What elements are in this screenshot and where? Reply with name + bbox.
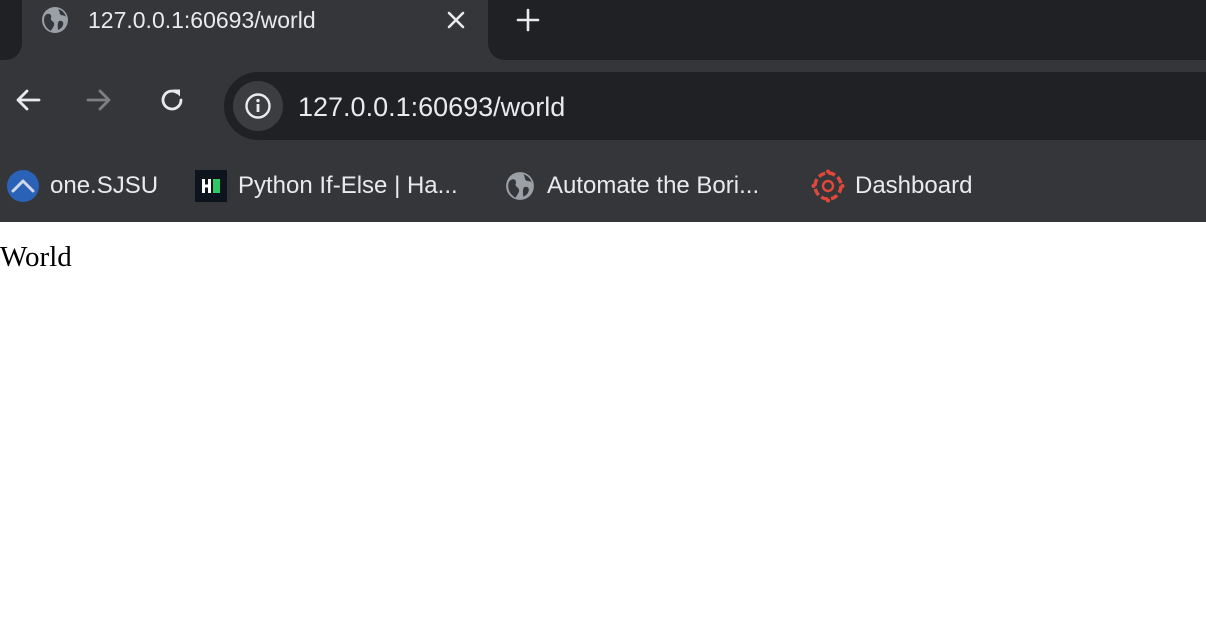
close-icon[interactable] (442, 6, 470, 34)
new-tab-icon[interactable] (512, 6, 544, 34)
toolbar: 127.0.0.1:60693/world (0, 60, 1206, 140)
url-text[interactable]: 127.0.0.1:60693/world (298, 92, 565, 122)
back-arrow-icon[interactable] (10, 82, 46, 118)
tab-title: 127.0.0.1:60693/world (88, 7, 316, 33)
bookmark-automate[interactable]: Automate the Bori... (503, 167, 759, 205)
canvas-icon (811, 169, 845, 203)
tab-strip: 127.0.0.1:60693/world (0, 0, 1206, 60)
address-bar[interactable]: 127.0.0.1:60693/world (224, 72, 1206, 140)
bookmark-dashboard[interactable]: Dashboard (811, 167, 972, 205)
bookmark-label: Automate the Bori... (547, 172, 760, 199)
globe-icon (41, 6, 69, 34)
forward-arrow-icon[interactable] (81, 82, 117, 118)
sjsu-icon (6, 169, 40, 203)
globe-icon (503, 169, 537, 203)
bookmark-label: Python If-Else | Ha... (238, 172, 458, 199)
info-icon[interactable] (233, 81, 283, 131)
page-body-text: World (0, 241, 72, 273)
hackerrank-icon (194, 169, 228, 203)
reload-icon[interactable] (154, 82, 190, 118)
bookmark-one-sjsu[interactable]: one.SJSU (6, 167, 158, 205)
bookmarks-bar: one.SJSU Python If-Else | Ha... Automate… (0, 140, 1206, 222)
bookmark-label: one.SJSU (50, 172, 159, 199)
bookmark-label: Dashboard (855, 172, 973, 199)
tab-active[interactable]: 127.0.0.1:60693/world (6, 0, 504, 60)
bookmark-python-if-else[interactable]: Python If-Else | Ha... (194, 167, 458, 205)
page-viewport: World (0, 222, 1206, 644)
